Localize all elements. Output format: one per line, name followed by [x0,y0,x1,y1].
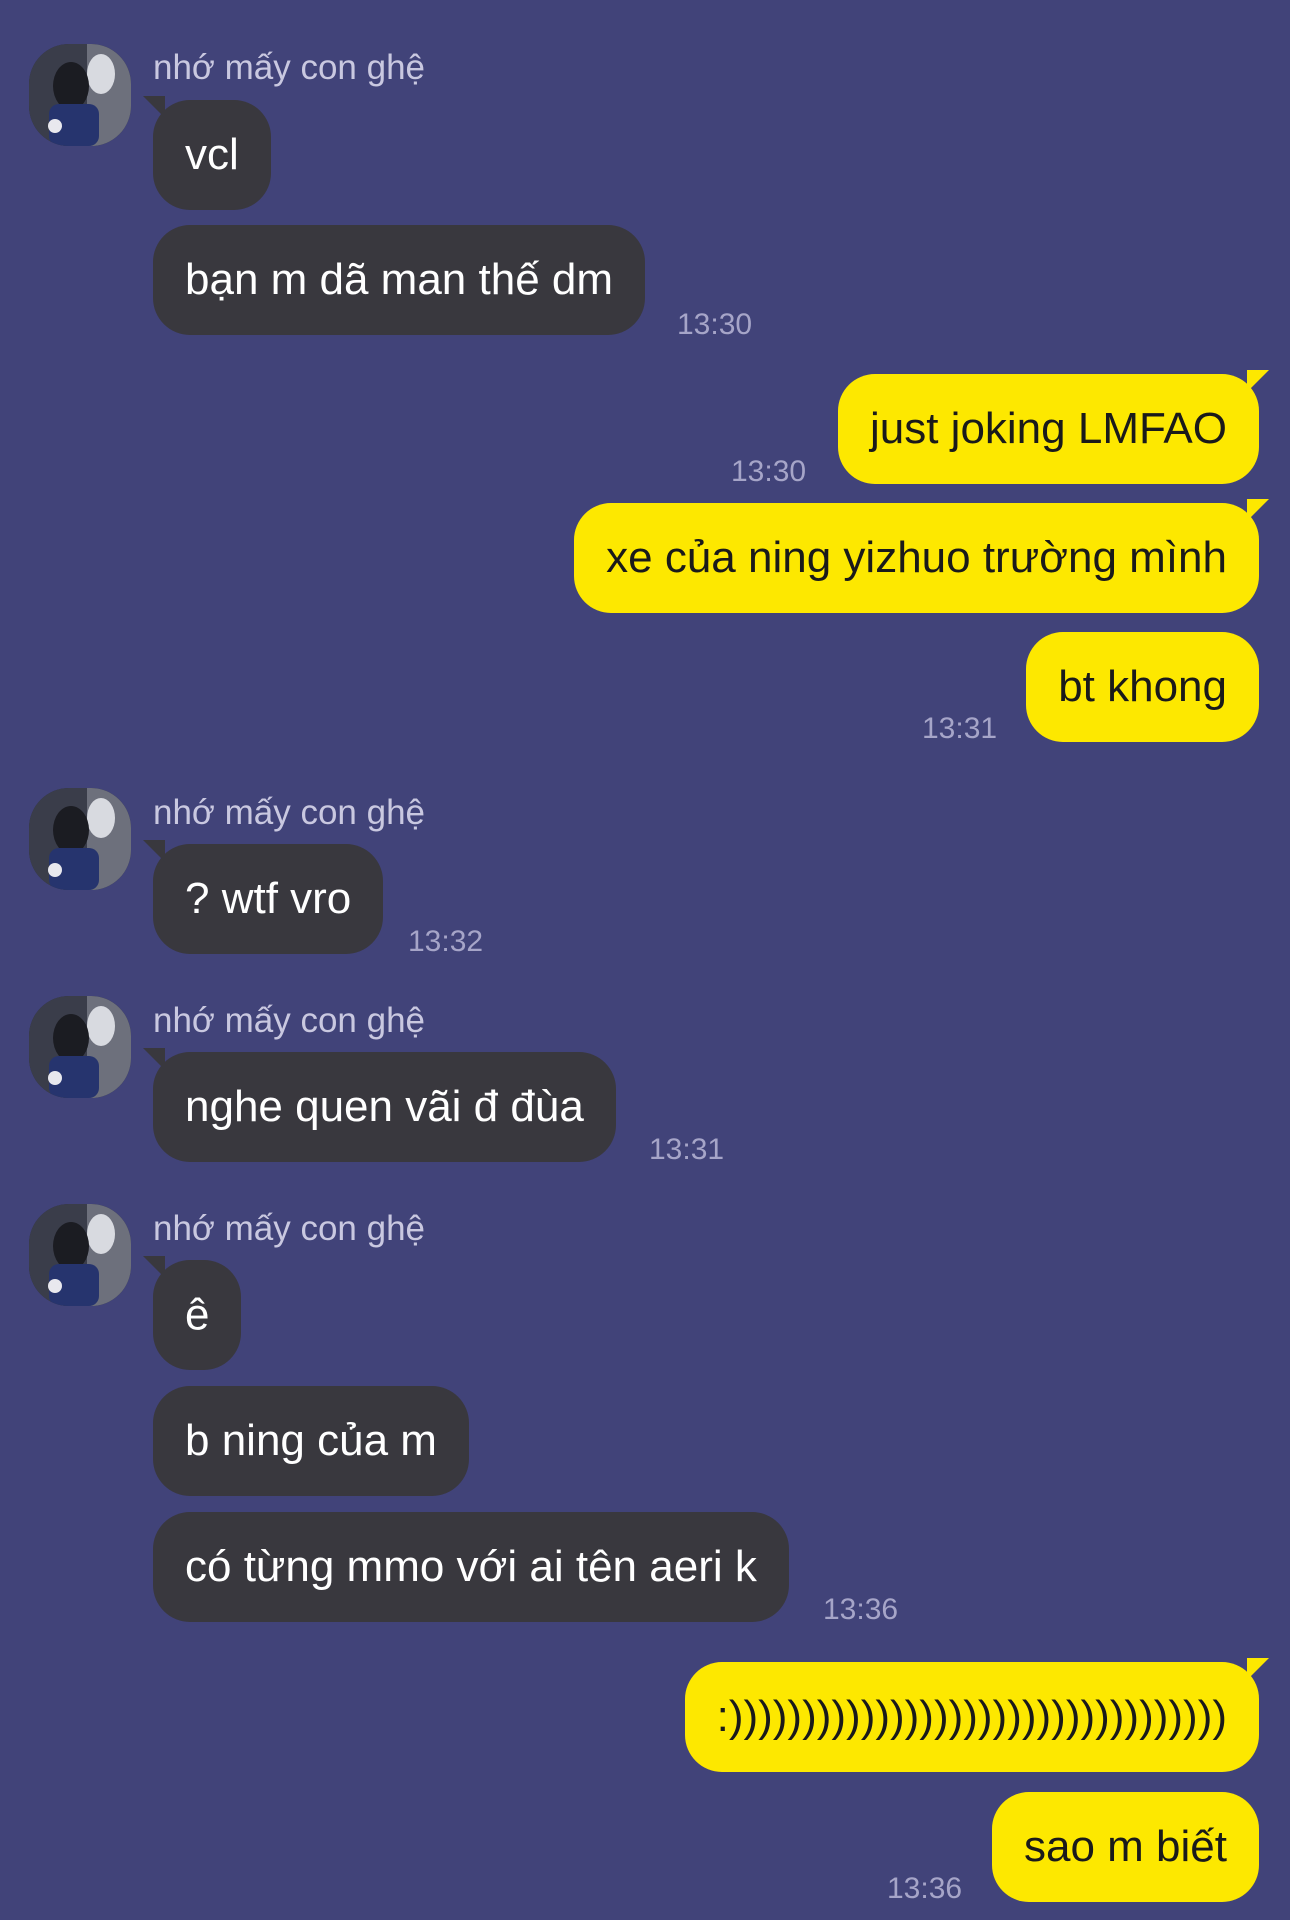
bubble-tail [143,1256,165,1278]
message-timestamp: 13:32 [408,925,484,958]
message-text: sao m biết [1024,1822,1227,1871]
message-text: bt khong [1058,662,1227,711]
contact-avatar[interactable] [29,788,131,890]
message-bubble-incoming[interactable]: ê [143,1256,242,1370]
bubble-tail [1247,499,1269,521]
message-timestamp: 13:30 [731,455,807,488]
sender-name: nhớ mấy con ghệ [153,793,426,832]
message-bubble-outgoing[interactable]: bt khong [1026,632,1259,742]
message-text: ? wtf vro [185,874,352,923]
message-timestamp: 13:31 [922,712,998,745]
message-bubble-outgoing[interactable]: :)))))))))))))))))))))))))))))))))) [684,1658,1269,1772]
message-bubble-incoming[interactable]: bạn m dã man thế dm [153,225,646,335]
message-bubble-incoming[interactable]: b ning của m [153,1386,469,1496]
message-bubble-incoming[interactable]: ? wtf vro [143,840,384,954]
message-timestamp: 13:30 [677,308,753,341]
message-bubble-incoming[interactable]: nghe quen vãi đ đùa [143,1048,616,1162]
bubble-tail [1247,1658,1269,1680]
message-text: just joking LMFAO [869,404,1227,453]
message-text: :)))))))))))))))))))))))))))))))))) [716,1692,1227,1741]
bubble-tail [143,1048,165,1070]
message-bubble-outgoing[interactable]: just joking LMFAO [837,370,1269,484]
message-text: ê [185,1290,210,1339]
contact-avatar[interactable] [29,1204,131,1306]
bubble-tail [143,96,165,118]
bubble-tail [143,840,165,862]
bubble-tail [1247,370,1269,392]
sender-name: nhớ mấy con ghệ [153,1001,426,1040]
sender-name: nhớ mấy con ghệ [153,48,426,87]
message-timestamp: 13:36 [887,1872,963,1905]
message-text: xe của ning yizhuo trường mình [606,533,1227,582]
message-text: b ning của m [185,1416,437,1465]
message-text: bạn m dã man thế dm [185,255,614,304]
message-text: có từng mmo với ai tên aeri k [185,1542,757,1591]
message-text: nghe quen vãi đ đùa [185,1082,584,1131]
contact-avatar[interactable] [29,996,131,1098]
message-text: vcl [185,130,239,179]
message-timestamp: 13:31 [649,1133,725,1166]
contact-avatar[interactable] [29,44,131,146]
message-bubble-incoming[interactable]: có từng mmo với ai tên aeri k [153,1512,789,1622]
sender-name: nhớ mấy con ghệ [153,1209,426,1248]
message-bubble-outgoing[interactable]: sao m biết [992,1792,1259,1902]
message-timestamp: 13:36 [823,1593,899,1626]
message-bubble-incoming[interactable]: vcl [143,96,271,210]
message-bubble-outgoing[interactable]: xe của ning yizhuo trường mình [574,499,1269,613]
